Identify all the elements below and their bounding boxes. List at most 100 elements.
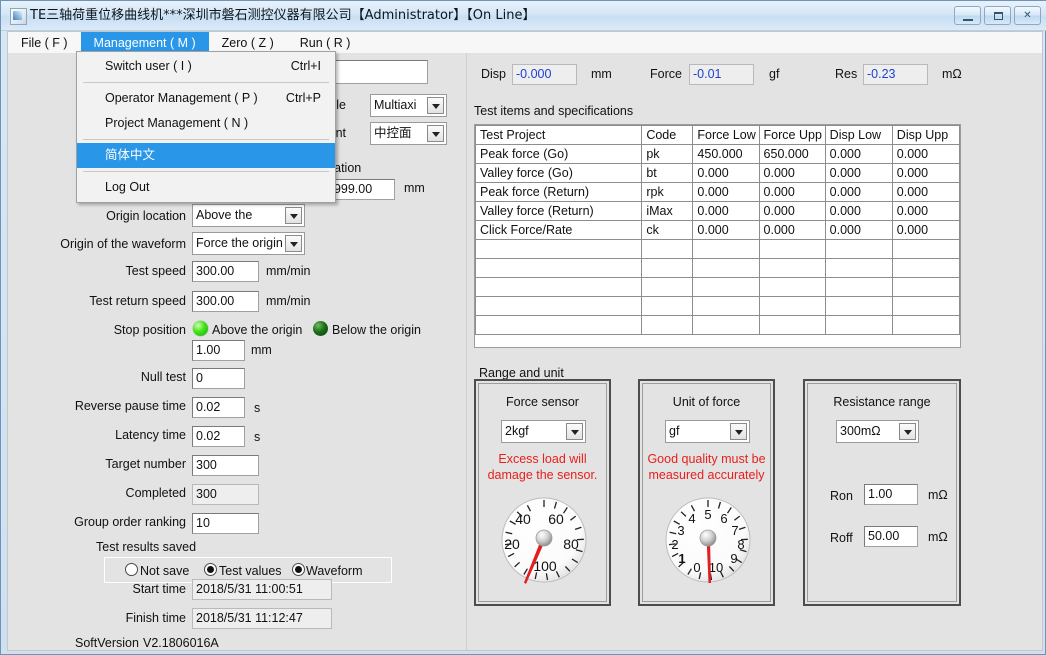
- cell: [641, 315, 694, 335]
- gauge-tick-6: 6: [720, 511, 727, 526]
- force-readout: -0.01: [689, 64, 754, 85]
- unit-of-force-title: Unit of force: [672, 395, 741, 409]
- group-order-label: Group order ranking: [74, 515, 186, 529]
- table-row[interactable]: Valley force (Go) bt 0.000 0.000 0.000 0…: [475, 163, 960, 183]
- chevron-down-icon[interactable]: [427, 97, 444, 114]
- table-row[interactable]: Peak force (Go) pk 450.000 650.000 0.000…: [475, 144, 960, 164]
- completed-field: 300: [192, 484, 259, 505]
- chevron-down-icon[interactable]: [285, 207, 302, 224]
- table-row[interactable]: [475, 277, 960, 297]
- cell: 0.000: [891, 220, 960, 240]
- unit-of-force-panel: Unit of force gf Good quality must be me…: [638, 379, 775, 606]
- deformation-unit: mm: [404, 181, 425, 195]
- minimize-button[interactable]: [954, 6, 981, 25]
- point-combo[interactable]: 中控面: [370, 122, 447, 145]
- axle-combo[interactable]: Multiaxi: [370, 94, 447, 117]
- table-row[interactable]: Click Force/Rate ck 0.000 0.000 0.000 0.…: [475, 220, 960, 240]
- start-time-field: 2018/5/31 11:00:51: [192, 579, 332, 600]
- window-title: TE三轴荷重位移曲线机***深圳市磐石测控仪器有限公司【Administrato…: [30, 8, 536, 23]
- menu-item-label: Operator Management ( P ): [105, 91, 258, 105]
- cell: Valley force (Return): [475, 201, 643, 221]
- resistance-range-combo[interactable]: 300mΩ: [836, 420, 919, 443]
- cell: [475, 296, 643, 316]
- cell: [692, 296, 760, 316]
- test-speed-label: Test speed: [125, 264, 186, 278]
- cell: [641, 258, 694, 278]
- test-speed-field[interactable]: 300.00: [192, 261, 259, 282]
- radio-test-values[interactable]: [204, 563, 217, 576]
- cell: [891, 296, 960, 316]
- chevron-down-icon[interactable]: [566, 423, 583, 440]
- null-test-field[interactable]: 0: [192, 368, 245, 389]
- table-row[interactable]: Peak force (Return) rpk 0.000 0.000 0.00…: [475, 182, 960, 202]
- radio-not-save[interactable]: [125, 563, 138, 576]
- chevron-down-icon[interactable]: [730, 423, 747, 440]
- latency-label: Latency time: [115, 428, 186, 442]
- menu-separator: [83, 139, 329, 140]
- cell: [692, 277, 760, 297]
- force-unit: gf: [769, 67, 780, 81]
- menu-item-log-out[interactable]: Log Out: [77, 175, 335, 200]
- stop-offset-unit: mm: [251, 343, 272, 357]
- unit-of-force-combo[interactable]: gf: [665, 420, 750, 443]
- menu-item-operator-management[interactable]: Operator Management ( P ) Ctrl+P: [77, 86, 335, 111]
- menu-item-label: 简体中文: [105, 148, 156, 162]
- test-values-label: Test values: [219, 564, 282, 578]
- hidden-top-field[interactable]: [332, 60, 428, 84]
- cell: [891, 239, 960, 259]
- table-row[interactable]: [475, 258, 960, 278]
- menu-item-label: Log Out: [105, 180, 150, 194]
- stop-offset-field[interactable]: 1.00: [192, 340, 245, 361]
- cell: [824, 315, 893, 335]
- res-unit: mΩ: [942, 67, 962, 81]
- chevron-down-icon[interactable]: [285, 235, 302, 252]
- completed-label: Completed: [125, 486, 186, 500]
- cell: [824, 239, 893, 259]
- cell: [641, 296, 694, 316]
- spec-table[interactable]: Test Project Code Force Low Force Upp Di…: [474, 124, 961, 348]
- resistance-range-value: 300mΩ: [840, 424, 881, 438]
- disp-label: Disp: [481, 67, 507, 81]
- axle-combo-value: Multiaxi: [374, 98, 417, 112]
- chevron-down-icon[interactable]: [899, 423, 916, 440]
- reverse-pause-field[interactable]: 0.02: [192, 397, 245, 418]
- group-order-field[interactable]: 10: [192, 513, 259, 534]
- ron-field[interactable]: 1.00: [864, 484, 918, 505]
- cell: 0.000: [891, 144, 960, 164]
- menu-item-switch-user[interactable]: Switch user ( I ) Ctrl+I: [77, 54, 335, 79]
- origin-location-combo[interactable]: Above the: [192, 204, 305, 227]
- latency-field[interactable]: 0.02: [192, 426, 245, 447]
- origin-waveform-combo[interactable]: Force the origin: [192, 232, 305, 255]
- table-row[interactable]: [475, 296, 960, 316]
- table-row[interactable]: Valley force (Return) iMax 0.000 0.000 0…: [475, 201, 960, 221]
- force-sensor-combo[interactable]: 2kgf: [501, 420, 586, 443]
- menu-item-project-management[interactable]: Project Management ( N ): [77, 111, 335, 136]
- cell: 0.000: [891, 201, 960, 221]
- target-number-field[interactable]: 300: [192, 455, 259, 476]
- minimize-icon: [963, 19, 973, 21]
- force-sensor-gauge: 40 60 20 80 100: [494, 488, 594, 595]
- chevron-down-icon[interactable]: [427, 125, 444, 142]
- cell: [824, 277, 893, 297]
- gauge-tick-60: 60: [548, 511, 564, 527]
- unit-of-force-warning-line2: measured accurately: [648, 468, 765, 482]
- table-row[interactable]: [475, 239, 960, 259]
- gauge-tick-3: 3: [677, 523, 684, 538]
- resistance-range-panel: Resistance range 300mΩ Ron 1.00 mΩ Roff …: [803, 379, 961, 606]
- waveform-label: Waveform: [306, 564, 363, 578]
- management-dropdown-menu: Switch user ( I ) Ctrl+I Operator Manage…: [76, 51, 336, 203]
- stop-below-indicator[interactable]: [313, 321, 328, 336]
- cell: [692, 315, 760, 335]
- menu-item-simplified-chinese[interactable]: 简体中文: [77, 143, 335, 168]
- test-return-speed-field[interactable]: 300.00: [192, 291, 259, 312]
- maximize-button[interactable]: [984, 6, 1011, 25]
- table-row[interactable]: [475, 315, 960, 335]
- test-speed-unit: mm/min: [266, 264, 311, 278]
- menu-file[interactable]: File ( F ): [8, 32, 81, 54]
- close-button[interactable]: ✕: [1014, 6, 1041, 25]
- gauge-tick-8: 8: [737, 537, 744, 552]
- roff-field[interactable]: 50.00: [864, 526, 918, 547]
- force-sensor-warning-line2: damage the sensor.: [487, 468, 598, 482]
- stop-above-indicator[interactable]: [193, 321, 208, 336]
- radio-waveform[interactable]: [292, 563, 305, 576]
